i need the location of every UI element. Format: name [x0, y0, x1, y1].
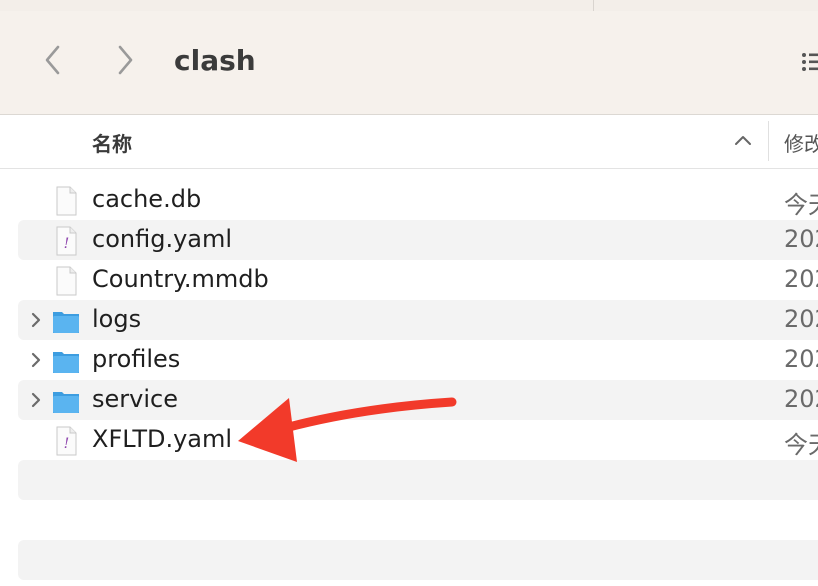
file-date: 202 [784, 305, 818, 333]
sort-ascending-icon[interactable] [733, 131, 753, 151]
folder-icon [53, 352, 79, 373]
file-name: Country.mmdb [92, 265, 269, 293]
folder-name: profiles [92, 345, 181, 373]
disclosure-triangle-icon[interactable] [26, 390, 46, 410]
file-date: 202 [784, 265, 818, 293]
disclosure-triangle-icon[interactable] [26, 310, 46, 330]
folder-name: logs [92, 305, 142, 333]
svg-text:!: ! [64, 236, 70, 252]
folder-row[interactable]: service 202 [18, 380, 818, 420]
window-title: clash [174, 44, 256, 77]
file-date: 202 [784, 345, 818, 373]
folder-icon [53, 312, 79, 333]
file-name: XFLTD.yaml [92, 425, 233, 453]
empty-row [18, 460, 818, 500]
disclosure-triangle-icon[interactable] [26, 350, 46, 370]
top-divider [593, 0, 594, 11]
folder-row[interactable]: profiles 202 [18, 340, 818, 380]
column-header: 名称 修改 [0, 115, 818, 169]
file-row[interactable]: ! XFLTD.yaml 今天 [18, 420, 818, 460]
list-view-icon[interactable] [800, 47, 818, 77]
file-date: 202 [784, 225, 818, 253]
file-date: 202 [784, 385, 818, 413]
file-date: 今天 [784, 431, 818, 459]
window-top-strip [0, 0, 818, 11]
yaml-file-icon: ! [56, 426, 77, 456]
column-separator[interactable] [768, 121, 769, 161]
forward-button[interactable] [112, 43, 138, 77]
document-icon [56, 266, 77, 296]
file-row[interactable]: ! config.yaml 202 [18, 220, 818, 260]
file-name: cache.db [92, 185, 202, 213]
chevron-left-icon [45, 45, 60, 75]
finder-toolbar: clash [0, 11, 818, 115]
file-name: config.yaml [92, 225, 233, 253]
yaml-file-icon: ! [56, 226, 77, 256]
chevron-right-icon [118, 45, 133, 75]
folder-row[interactable]: logs 202 [18, 300, 818, 340]
file-date: 今天 [784, 191, 818, 219]
column-date-header[interactable]: 修改 [784, 128, 818, 157]
folder-icon [53, 392, 79, 413]
empty-row [18, 540, 818, 580]
svg-text:!: ! [64, 436, 70, 452]
file-row[interactable]: Country.mmdb 202 [18, 260, 818, 300]
back-button[interactable] [40, 43, 66, 77]
document-icon [56, 186, 77, 216]
folder-name: service [92, 385, 178, 413]
file-row[interactable]: cache.db 今天 [18, 180, 818, 220]
column-name-header[interactable]: 名称 [92, 128, 132, 157]
